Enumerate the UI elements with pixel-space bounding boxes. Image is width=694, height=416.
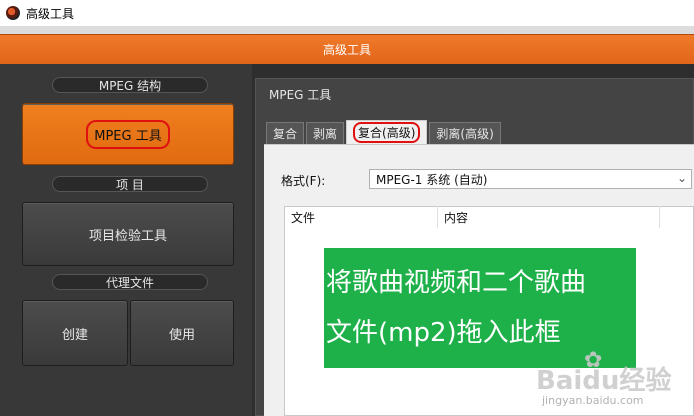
window-titlebar: 高级工具 bbox=[0, 0, 694, 26]
format-select[interactable]: MPEG-1 系统 (自动) ⌄ bbox=[369, 169, 692, 189]
create-button[interactable]: 创建 bbox=[22, 300, 128, 366]
tab-demultiplex[interactable]: 剥离 bbox=[306, 122, 345, 144]
mpeg-tool-button[interactable]: MPEG 工具 bbox=[22, 103, 234, 165]
mpeg-tool-title: MPEG 工具 bbox=[269, 88, 332, 102]
project-check-tool-button[interactable]: 项目检验工具 bbox=[22, 202, 234, 266]
column-header-content[interactable]: 内容 bbox=[438, 206, 660, 228]
tab-bar: 复合 剥离 复合(高级) 剥离(高级) bbox=[266, 120, 503, 144]
format-select-value: MPEG-1 系统 (自动) bbox=[376, 172, 488, 187]
app-logo-icon bbox=[6, 6, 20, 20]
use-label: 使用 bbox=[168, 327, 195, 343]
highlight-ring: MPEG 工具 bbox=[86, 119, 170, 149]
column-header-file[interactable]: 文件 bbox=[285, 206, 438, 228]
watermark-brand: Baidu经验 bbox=[536, 366, 672, 396]
section-label-proxy-files: 代理文件 bbox=[52, 274, 208, 290]
highlight-ring: 复合(高级) bbox=[353, 122, 421, 143]
format-label: 格式(F): bbox=[281, 174, 326, 188]
window-title: 高级工具 bbox=[26, 6, 75, 21]
instruction-line-1: 将歌曲视频和二个歌曲 bbox=[326, 268, 587, 298]
section-label-project: 项 目 bbox=[52, 176, 208, 192]
project-check-label: 项目检验工具 bbox=[88, 228, 167, 244]
use-button[interactable]: 使用 bbox=[130, 300, 234, 366]
watermark: ✿ Baidu经验 jingyan.baidu.com bbox=[536, 348, 686, 412]
dialog-header: 高级工具 bbox=[0, 34, 694, 64]
watermark-site: jingyan.baidu.com bbox=[542, 394, 644, 407]
chevron-down-icon: ⌄ bbox=[676, 171, 687, 185]
tab-multiplex[interactable]: 复合 bbox=[266, 122, 305, 144]
section-label-mpeg-structure: MPEG 结构 bbox=[52, 77, 208, 93]
mpeg-tool-label: MPEG 工具 bbox=[94, 128, 162, 144]
create-label: 创建 bbox=[61, 327, 88, 343]
tab-demultiplex-advanced[interactable]: 剥离(高级) bbox=[429, 122, 501, 144]
dialog-title: 高级工具 bbox=[322, 43, 371, 57]
titlebar-separator bbox=[0, 26, 694, 34]
tab-multiplex-advanced[interactable]: 复合(高级) bbox=[346, 120, 428, 144]
